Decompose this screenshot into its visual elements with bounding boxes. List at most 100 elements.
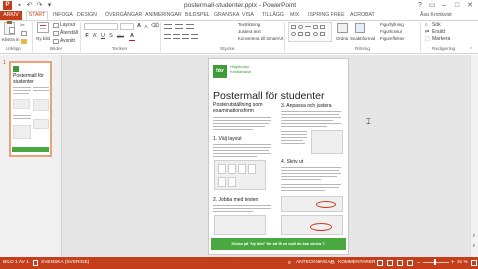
alignment-buttons[interactable] (164, 33, 224, 40)
slideshow-view-icon[interactable] (407, 260, 413, 266)
tab-tillagg[interactable]: TILLÄGG (262, 11, 284, 20)
zoom-slider-handle[interactable] (434, 259, 436, 265)
save-icon[interactable]: ▪ (15, 1, 24, 10)
increase-font-size-icon[interactable]: A (136, 23, 142, 30)
notes-button[interactable]: ANTECKNINGAR (296, 257, 334, 269)
copy-icon[interactable] (21, 31, 27, 36)
help-button[interactable]: ? (414, 0, 426, 11)
quick-styles-button[interactable]: Snabbformat (350, 36, 375, 42)
slide-subtitle[interactable]: Posterutställning som examinationsform (213, 102, 273, 114)
reading-view-icon[interactable] (397, 260, 403, 266)
maximize-button[interactable]: □ (451, 0, 463, 11)
tab-granska[interactable]: GRANSKA (214, 11, 239, 20)
normal-view-icon[interactable] (377, 260, 383, 266)
zoom-out-icon[interactable]: – (417, 257, 420, 269)
zoom-level[interactable]: 31 % (457, 257, 468, 269)
close-button[interactable]: ✕ (464, 0, 476, 11)
decrease-font-size-icon[interactable]: A (143, 23, 149, 30)
font-name-dropdown[interactable] (84, 23, 118, 30)
slide-section-heading[interactable]: 4. Skriv ut (281, 159, 303, 165)
next-slide-icon[interactable]: ⇟ (472, 243, 476, 249)
shapes-gallery[interactable] (288, 22, 332, 42)
tab-start[interactable]: START (26, 11, 48, 20)
tab-bildspel[interactable]: BILDSPEL (185, 11, 210, 20)
arrange-button[interactable]: Ordna (336, 36, 348, 42)
slide-sorter-view-icon[interactable] (387, 260, 393, 266)
undo-icon[interactable]: ↶ (25, 1, 34, 10)
tab-arkiv[interactable]: ARKIV (0, 11, 22, 20)
tab-ispring-free[interactable]: ISPRING FREE (308, 11, 345, 20)
redo-icon[interactable]: ↷ (35, 1, 44, 10)
slide-screenshot-text[interactable] (214, 215, 266, 235)
font-color-button[interactable]: A (129, 33, 135, 40)
notes-icon[interactable]: ≡ (288, 260, 291, 266)
ribbon-display-options-button[interactable]: ▭ (426, 0, 438, 11)
section-button[interactable]: Avsnitt (60, 38, 75, 44)
slide-section-heading[interactable]: 3. Anpassa och justera (281, 103, 332, 109)
slide-section-heading[interactable]: 1. Välj layout (213, 136, 242, 142)
replace-icon[interactable]: ⇄ (425, 29, 429, 35)
slide-screenshot-print-dialog[interactable] (281, 215, 343, 235)
customize-qat-icon[interactable]: ▾ (45, 1, 54, 10)
tab-infoga[interactable]: INFOGA (53, 11, 73, 20)
underline-button[interactable]: U (100, 33, 106, 40)
spellcheck-icon[interactable] (33, 260, 38, 266)
powerpoint-app-icon[interactable]: P (3, 1, 12, 10)
align-text-button[interactable]: Justera text (238, 29, 261, 35)
tab-visa[interactable]: VISA (242, 11, 254, 20)
reset-icon[interactable] (53, 31, 59, 36)
language-status[interactable]: SVENSKA (SVERIGE) (41, 257, 89, 269)
collapse-ribbon-icon[interactable]: ⌃ (469, 47, 473, 53)
replace-button[interactable]: Ersätt (432, 29, 445, 35)
slide-position-status[interactable]: BILD 1 AV 1 (3, 257, 29, 269)
slide-canvas[interactable]: hkr Högskolan Kristianstad Postermall fö… (209, 59, 348, 254)
slide-screenshot-layout[interactable] (214, 160, 266, 190)
tab-acrobat[interactable]: ACROBAT (350, 11, 375, 20)
slide-screenshot-adjust[interactable] (311, 130, 343, 154)
vertical-scrollbar[interactable] (470, 55, 478, 257)
find-button[interactable]: Sök (432, 22, 441, 28)
tab-design[interactable]: DESIGN (77, 11, 97, 20)
italic-button[interactable]: K (92, 33, 98, 40)
layout-button[interactable]: Layout (60, 22, 75, 28)
zoom-in-icon[interactable]: + (451, 257, 455, 269)
paste-button-label[interactable]: Klistra in (2, 37, 20, 43)
shape-outline-button[interactable]: Figurkontur (380, 29, 402, 35)
comments-button[interactable]: KOMMENTARER (338, 257, 376, 269)
select-icon[interactable]: ⬚ (425, 36, 430, 42)
minimize-button[interactable]: – (438, 0, 450, 11)
find-icon[interactable]: ⌕ (425, 22, 428, 28)
slide-thumbnail[interactable]: Postermall för studenter (9, 61, 52, 157)
zoom-slider[interactable] (423, 262, 449, 263)
new-slide-icon[interactable] (37, 22, 49, 33)
quick-styles-icon[interactable] (355, 23, 365, 33)
font-size-dropdown[interactable] (120, 23, 134, 30)
slide-footer-banner[interactable]: Klicka på "Ny bild" för att få en mall d… (211, 238, 346, 250)
section-icon[interactable] (53, 39, 59, 44)
select-button[interactable]: Markera (432, 36, 450, 42)
tab-animeringar[interactable]: ANIMERINGAR (145, 11, 182, 20)
arrange-icon[interactable] (337, 23, 348, 33)
previous-slide-icon[interactable]: ⇞ (472, 233, 476, 239)
shape-fill-button[interactable]: Figurfyllning (380, 22, 404, 28)
comments-icon[interactable]: ▭ (330, 260, 335, 266)
format-painter-icon[interactable] (21, 39, 27, 44)
slide-screenshot-print[interactable] (281, 196, 343, 212)
clear-formatting-icon[interactable]: ⌫ (151, 23, 159, 30)
shape-effects-button[interactable]: Figureffekter (380, 36, 405, 42)
paste-icon[interactable] (4, 21, 15, 35)
strikethrough-button[interactable]: abc (116, 33, 125, 40)
paragraph-list-buttons[interactable] (164, 23, 224, 30)
shadow-button[interactable]: S (108, 33, 114, 40)
new-slide-label[interactable]: Ny bild (36, 36, 50, 42)
text-direction-button[interactable]: Textriktning (238, 22, 260, 28)
account-name[interactable]: Åsa Kronkvist (420, 11, 452, 20)
cut-icon[interactable]: ✂ (20, 23, 28, 29)
slide-title[interactable]: Postermall för studenter (213, 90, 344, 102)
layout-icon[interactable] (53, 23, 59, 28)
slide-section-heading[interactable]: 2. Jobba med texten (213, 197, 258, 203)
tab-overgangar[interactable]: ÖVERGÅNGAR (105, 11, 142, 20)
reset-button[interactable]: Återställ (60, 30, 78, 36)
bold-button[interactable]: F (84, 33, 90, 40)
fit-slide-icon[interactable] (471, 260, 477, 266)
